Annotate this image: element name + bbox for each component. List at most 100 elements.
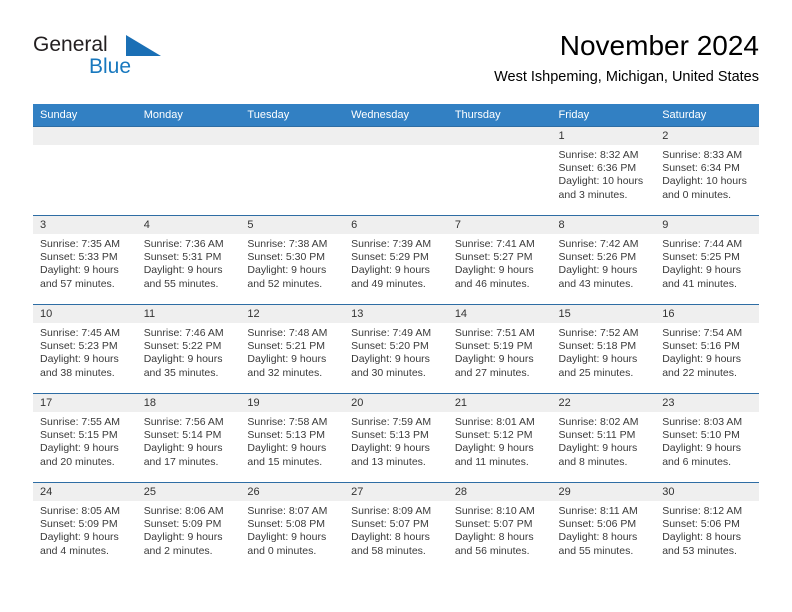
calendar-day-cell[interactable]: 11 Sunrise: 7:46 AM Sunset: 5:22 PM Dayligh… (136, 304, 241, 394)
day-cell-inner: 8 Sunrise: 7:42 AM Sunset: 5:26 PM Daylight… (551, 216, 656, 304)
calendar-day-cell[interactable]: 29 Sunrise: 8:11 AM Sunset: 5:06 PM Dayligh… (551, 482, 656, 571)
day-cell-inner (447, 127, 552, 215)
day-number: 9 (655, 216, 759, 234)
brand-logo[interactable]: General Blue (33, 30, 263, 90)
calendar-day-cell[interactable]: 12 Sunrise: 7:48 AM Sunset: 5:21 PM Dayligh… (240, 304, 345, 394)
day-details: Sunrise: 7:39 AM Sunset: 5:29 PM Daylight:… (344, 234, 448, 291)
sunrise-text: Sunrise: 8:03 AM (662, 416, 743, 428)
day-cell-inner: 15 Sunrise: 7:52 AM Sunset: 5:18 PM Dayligh… (551, 305, 656, 393)
calendar-day-cell[interactable]: 26 Sunrise: 8:07 AM Sunset: 5:08 PM Dayligh… (240, 482, 345, 571)
calendar-day-cell[interactable]: 23 Sunrise: 8:03 AM Sunset: 5:10 PM Dayligh… (655, 393, 759, 483)
calendar-day-cell[interactable]: 2 Sunrise: 8:33 AM Sunset: 6:34 PM Daylight… (655, 126, 759, 216)
day-number: 11 (136, 305, 241, 323)
weekday-header-sunday: Sunday (33, 104, 137, 127)
sunset-text: Sunset: 5:22 PM (143, 340, 222, 353)
sunrise-text: Sunrise: 7:56 AM (143, 416, 224, 428)
daylight-text: Daylight: 9 hours and 57 minutes. (40, 264, 119, 290)
calendar-day-cell[interactable]: 13 Sunrise: 7:49 AM Sunset: 5:20 PM Dayligh… (344, 304, 448, 394)
sunrise-text: Sunrise: 7:35 AM (40, 238, 120, 250)
sunset-text: Sunset: 5:06 PM (558, 518, 637, 531)
day-number: 19 (240, 394, 345, 412)
day-cell-inner: 14 Sunrise: 7:51 AM Sunset: 5:19 PM Dayligh… (447, 305, 552, 393)
title-block: November 2024 West Ishpeming, Michigan, … (494, 30, 759, 86)
day-number (33, 127, 137, 145)
day-details: Sunrise: 8:11 AM Sunset: 5:06 PM Daylight:… (552, 501, 656, 558)
calendar-day-cell-empty (33, 126, 137, 216)
day-cell-inner (240, 127, 345, 215)
day-details: Sunrise: 7:55 AM Sunset: 5:15 PM Daylight:… (33, 412, 137, 469)
calendar-day-cell[interactable]: 6 Sunrise: 7:39 AM Sunset: 5:29 PM Daylight… (344, 215, 448, 305)
day-cell-inner: 29 Sunrise: 8:11 AM Sunset: 5:06 PM Dayligh… (551, 483, 656, 571)
calendar-day-cell[interactable]: 3 Sunrise: 7:35 AM Sunset: 5:33 PM Daylight… (33, 215, 137, 305)
location-subtitle: West Ishpeming, Michigan, United States (494, 69, 759, 86)
calendar-week-row: 24 Sunrise: 8:05 AM Sunset: 5:09 PM Dayligh… (33, 482, 759, 571)
daylight-text: Daylight: 9 hours and 22 minutes. (662, 353, 742, 379)
day-number: 27 (344, 483, 448, 501)
day-number: 4 (136, 216, 241, 234)
day-cell-inner: 25 Sunrise: 8:06 AM Sunset: 5:09 PM Dayligh… (136, 483, 241, 571)
calendar-day-cell[interactable]: 19 Sunrise: 7:58 AM Sunset: 5:13 PM Dayligh… (240, 393, 345, 483)
day-details: Sunrise: 8:01 AM Sunset: 5:12 PM Daylight:… (448, 412, 552, 469)
brand-name-general: General (33, 33, 108, 56)
daylight-text: Daylight: 9 hours and 17 minutes. (143, 442, 223, 468)
calendar-day-cell[interactable]: 25 Sunrise: 8:06 AM Sunset: 5:09 PM Dayligh… (136, 482, 241, 571)
daylight-text: Daylight: 9 hours and 38 minutes. (40, 353, 119, 379)
calendar-day-cell[interactable]: 20 Sunrise: 7:59 AM Sunset: 5:13 PM Dayligh… (344, 393, 448, 483)
calendar-day-cell[interactable]: 10 Sunrise: 7:45 AM Sunset: 5:23 PM Dayligh… (33, 304, 137, 394)
day-cell-inner: 24 Sunrise: 8:05 AM Sunset: 5:09 PM Dayligh… (33, 483, 137, 571)
day-number: 14 (447, 305, 552, 323)
sunset-text: Sunset: 5:11 PM (558, 429, 636, 442)
day-details: Sunrise: 8:10 AM Sunset: 5:07 PM Daylight:… (448, 501, 552, 558)
day-number (136, 127, 241, 145)
day-number (240, 127, 345, 145)
sunset-text: Sunset: 5:16 PM (662, 340, 740, 353)
calendar-day-cell[interactable]: 18 Sunrise: 7:56 AM Sunset: 5:14 PM Dayligh… (136, 393, 241, 483)
calendar-day-cell[interactable]: 15 Sunrise: 7:52 AM Sunset: 5:18 PM Dayligh… (551, 304, 656, 394)
calendar-day-cell[interactable]: 1 Sunrise: 8:32 AM Sunset: 6:36 PM Daylight… (551, 126, 656, 216)
day-details: Sunrise: 7:52 AM Sunset: 5:18 PM Daylight:… (552, 323, 656, 380)
sunset-text: Sunset: 5:07 PM (351, 518, 429, 531)
day-cell-inner: 13 Sunrise: 7:49 AM Sunset: 5:20 PM Dayligh… (344, 305, 448, 393)
daylight-text: Daylight: 9 hours and 43 minutes. (558, 264, 638, 290)
sunrise-text: Sunrise: 8:33 AM (662, 149, 743, 161)
calendar-day-cell[interactable]: 28 Sunrise: 8:10 AM Sunset: 5:07 PM Dayligh… (447, 482, 552, 571)
weekday-header-wednesday: Wednesday (344, 104, 448, 127)
day-details: Sunrise: 8:09 AM Sunset: 5:07 PM Daylight:… (344, 501, 448, 558)
sunset-text: Sunset: 5:27 PM (454, 251, 533, 264)
sunset-text: Sunset: 5:08 PM (247, 518, 326, 531)
calendar-day-cell[interactable]: 22 Sunrise: 8:02 AM Sunset: 5:11 PM Dayligh… (551, 393, 656, 483)
weekday-header-saturday: Saturday (655, 104, 759, 127)
day-cell-inner (33, 127, 137, 215)
calendar-day-cell[interactable]: 30 Sunrise: 8:12 AM Sunset: 5:06 PM Dayligh… (655, 482, 759, 571)
calendar-day-cell[interactable]: 14 Sunrise: 7:51 AM Sunset: 5:19 PM Dayligh… (447, 304, 552, 394)
calendar-body: 1 Sunrise: 8:32 AM Sunset: 6:36 PM Daylight… (33, 126, 759, 571)
daylight-text: Daylight: 9 hours and 20 minutes. (40, 442, 119, 468)
day-details: Sunrise: 8:02 AM Sunset: 5:11 PM Daylight:… (552, 412, 656, 469)
day-number: 23 (655, 394, 759, 412)
day-details: Sunrise: 7:36 AM Sunset: 5:31 PM Daylight:… (137, 234, 241, 291)
calendar-day-cell[interactable]: 24 Sunrise: 8:05 AM Sunset: 5:09 PM Dayligh… (33, 482, 137, 571)
sunset-text: Sunset: 5:21 PM (247, 340, 326, 353)
calendar-day-cell[interactable]: 16 Sunrise: 7:54 AM Sunset: 5:16 PM Dayligh… (655, 304, 759, 394)
calendar-day-cell[interactable]: 9 Sunrise: 7:44 AM Sunset: 5:25 PM Daylight… (655, 215, 759, 305)
day-cell-inner: 4 Sunrise: 7:36 AM Sunset: 5:31 PM Daylight… (136, 216, 241, 304)
sunrise-text: Sunrise: 7:52 AM (558, 327, 639, 339)
sunrise-text: Sunrise: 8:11 AM (558, 505, 638, 517)
calendar-day-cell[interactable]: 21 Sunrise: 8:01 AM Sunset: 5:12 PM Dayligh… (447, 393, 552, 483)
day-number: 20 (344, 394, 448, 412)
daylight-text: Daylight: 9 hours and 49 minutes. (351, 264, 430, 290)
calendar-day-cell[interactable]: 17 Sunrise: 7:55 AM Sunset: 5:15 PM Dayligh… (33, 393, 137, 483)
daylight-text: Daylight: 9 hours and 55 minutes. (143, 264, 223, 290)
day-cell-inner: 19 Sunrise: 7:58 AM Sunset: 5:13 PM Dayligh… (240, 394, 345, 482)
calendar-day-cell[interactable]: 27 Sunrise: 8:09 AM Sunset: 5:07 PM Dayligh… (344, 482, 448, 571)
page-title: November 2024 (559, 30, 759, 61)
day-number: 17 (33, 394, 137, 412)
day-details: Sunrise: 7:38 AM Sunset: 5:30 PM Daylight:… (240, 234, 344, 291)
calendar-day-cell[interactable]: 8 Sunrise: 7:42 AM Sunset: 5:26 PM Daylight… (551, 215, 656, 305)
calendar-day-cell[interactable]: 7 Sunrise: 7:41 AM Sunset: 5:27 PM Daylight… (447, 215, 552, 305)
calendar-day-cell[interactable]: 5 Sunrise: 7:38 AM Sunset: 5:30 PM Daylight… (240, 215, 345, 305)
day-cell-inner: 11 Sunrise: 7:46 AM Sunset: 5:22 PM Dayligh… (136, 305, 241, 393)
day-details: Sunrise: 8:33 AM Sunset: 6:34 PM Daylight:… (655, 145, 759, 202)
calendar-day-cell[interactable]: 4 Sunrise: 7:36 AM Sunset: 5:31 PM Daylight… (136, 215, 241, 305)
calendar-table: Sunday Monday Tuesday Wednesday Thursday Frid… (33, 104, 759, 571)
